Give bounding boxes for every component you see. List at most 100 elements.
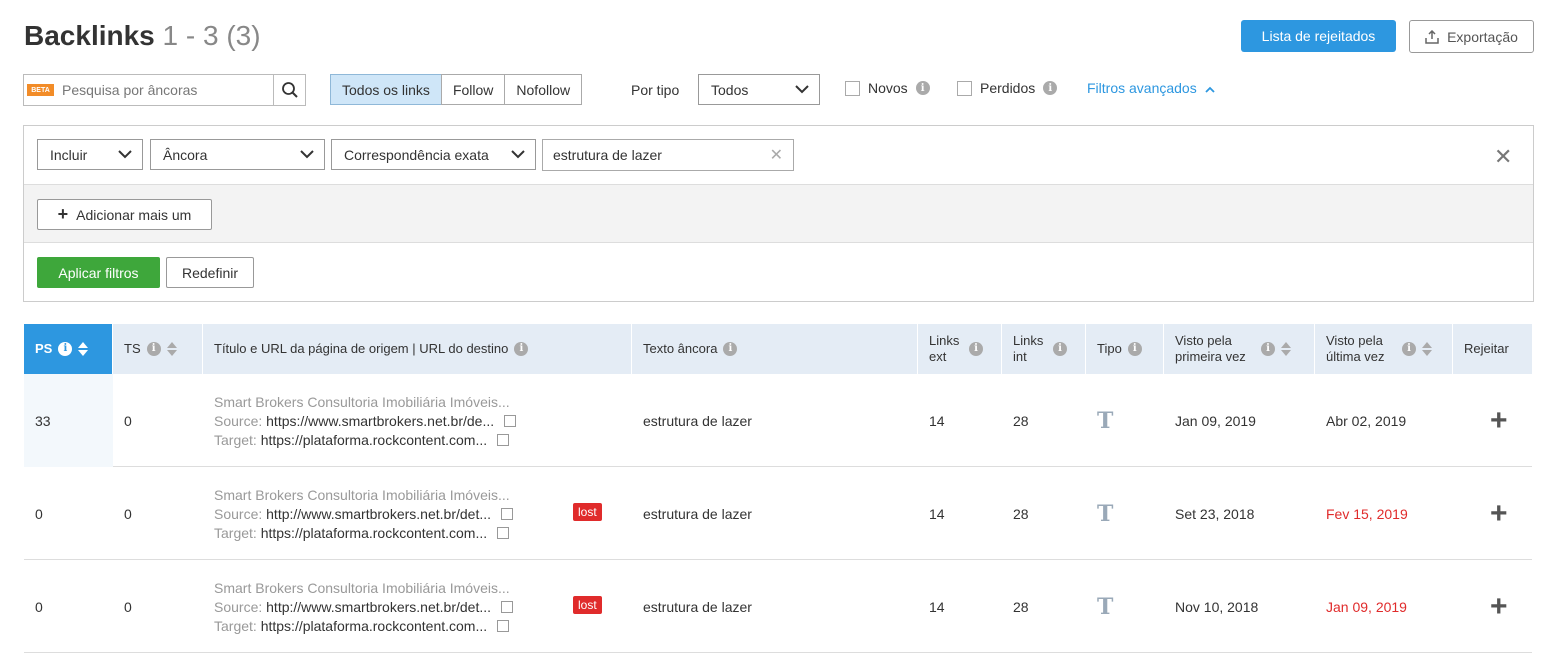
cell-last-seen: Jan 09, 2019 bbox=[1326, 598, 1407, 615]
cell-last-seen: Fev 15, 2019 bbox=[1326, 505, 1408, 522]
source-page-title[interactable]: Smart Brokers Consultoria Imobiliária Im… bbox=[214, 487, 513, 503]
col-last-seen[interactable]: Visto pela última vez i bbox=[1315, 324, 1453, 374]
advanced-filters-label: Filtros avançados bbox=[1087, 80, 1197, 96]
filter-value-field[interactable]: estrutura de lazer ✕ bbox=[542, 139, 794, 171]
external-link-icon[interactable] bbox=[497, 526, 510, 539]
col-reject: Rejeitar bbox=[1453, 324, 1532, 374]
info-icon: i bbox=[969, 342, 983, 356]
title-text: Backlinks bbox=[24, 20, 155, 51]
source-url[interactable]: https://www.smartbrokers.net.br/de... bbox=[266, 413, 494, 429]
page-title: Backlinks 1 - 3 (3) bbox=[24, 20, 261, 52]
target-url[interactable]: https://plataforma.rockcontent.com... bbox=[261, 618, 487, 634]
col-links-int[interactable]: Links int i bbox=[1002, 324, 1086, 374]
lost-checkbox-box[interactable] bbox=[957, 80, 972, 96]
col-source-label: Título e URL da página de origem | URL d… bbox=[214, 341, 509, 357]
cell-ts: 0 bbox=[124, 598, 132, 615]
field-value: Âncora bbox=[163, 146, 208, 163]
advanced-filter-panel: Incluir Âncora Correspondência exata est… bbox=[23, 125, 1534, 302]
source-label: Source: bbox=[214, 598, 263, 615]
reject-plus-icon[interactable]: + bbox=[1453, 560, 1532, 653]
chevron-down-icon bbox=[795, 85, 809, 94]
lost-checkbox[interactable]: Perdidos i bbox=[957, 80, 1058, 96]
info-icon: i bbox=[146, 342, 161, 356]
cell-anchor: estrutura de lazer bbox=[643, 598, 752, 615]
cell-anchor: estrutura de lazer bbox=[643, 505, 752, 522]
info-icon: i bbox=[1261, 342, 1275, 356]
cell-ts: 0 bbox=[124, 412, 132, 429]
external-link-icon[interactable] bbox=[497, 433, 510, 446]
apply-filters-button[interactable]: Aplicar filtros bbox=[37, 257, 160, 288]
col-ts[interactable]: TS i bbox=[113, 324, 203, 374]
plus-icon[interactable]: + bbox=[1464, 404, 1508, 438]
anchor-search-input[interactable] bbox=[54, 76, 273, 104]
reject-plus-icon[interactable]: + bbox=[1453, 374, 1532, 467]
source-page-title[interactable]: Smart Brokers Consultoria Imobiliária Im… bbox=[214, 394, 516, 410]
tab-nofollow[interactable]: Nofollow bbox=[504, 74, 583, 105]
search-button[interactable] bbox=[273, 75, 305, 105]
plus-icon[interactable]: + bbox=[1464, 590, 1508, 624]
cell-ps: 33 bbox=[24, 374, 113, 467]
info-icon: i bbox=[1402, 342, 1416, 356]
add-more-label: Adicionar mais um bbox=[76, 206, 192, 223]
tab-all-links[interactable]: Todos os links bbox=[330, 74, 442, 105]
info-icon: i bbox=[1127, 342, 1142, 356]
text-type-icon: T bbox=[1086, 560, 1164, 653]
new-checkbox-box[interactable] bbox=[845, 80, 860, 96]
cell-ps: 0 bbox=[35, 505, 43, 522]
export-button[interactable]: Exportação bbox=[1409, 20, 1534, 53]
type-glyph: T bbox=[1097, 500, 1114, 527]
new-checkbox-label: Novos bbox=[868, 80, 908, 96]
type-filter-select[interactable]: Todos bbox=[698, 74, 820, 105]
target-url[interactable]: https://plataforma.rockcontent.com... bbox=[261, 432, 487, 448]
cell-anchor: estrutura de lazer bbox=[643, 412, 752, 429]
advanced-filters-link[interactable]: Filtros avançados bbox=[1087, 80, 1215, 96]
info-icon: i bbox=[1043, 81, 1058, 95]
source-url[interactable]: http://www.smartbrokers.net.br/det... bbox=[266, 506, 491, 522]
source-label: Source: bbox=[214, 505, 263, 522]
col-reject-label: Rejeitar bbox=[1464, 341, 1509, 357]
cell-first-seen: Nov 10, 2018 bbox=[1175, 598, 1259, 615]
col-links-ext[interactable]: Links ext i bbox=[918, 324, 1002, 374]
reject-plus-icon[interactable]: + bbox=[1453, 467, 1532, 560]
info-icon: i bbox=[915, 81, 930, 95]
new-checkbox[interactable]: Novos i bbox=[845, 80, 930, 96]
sort-icon bbox=[1281, 342, 1291, 356]
field-select[interactable]: Âncora bbox=[150, 139, 325, 170]
col-first-seen-label: Visto pela primeira vez bbox=[1175, 333, 1246, 364]
external-link-icon[interactable] bbox=[501, 507, 514, 520]
rejected-list-button[interactable]: Lista de rejeitados bbox=[1241, 20, 1396, 52]
plus-icon[interactable]: + bbox=[1464, 497, 1508, 531]
close-icon[interactable]: ✕ bbox=[1494, 144, 1512, 170]
source-url[interactable]: http://www.smartbrokers.net.br/det... bbox=[266, 599, 491, 615]
sort-icon bbox=[1422, 342, 1432, 356]
reset-button[interactable]: Redefinir bbox=[166, 257, 254, 288]
lost-badge: lost bbox=[573, 596, 602, 614]
export-icon bbox=[1425, 29, 1439, 44]
include-select[interactable]: Incluir bbox=[37, 139, 143, 170]
cell-links-int: 28 bbox=[1013, 598, 1029, 615]
target-url[interactable]: https://plataforma.rockcontent.com... bbox=[261, 525, 487, 541]
filter-value-text: estrutura de lazer bbox=[553, 147, 662, 163]
lost-badge: lost bbox=[573, 503, 602, 521]
col-first-seen[interactable]: Visto pela primeira vez i bbox=[1164, 324, 1315, 374]
table-header: PS i TS i Título e URL da página de orig… bbox=[24, 324, 1532, 374]
external-link-icon[interactable] bbox=[504, 414, 517, 427]
external-link-icon[interactable] bbox=[497, 619, 510, 632]
info-icon: i bbox=[1053, 342, 1067, 356]
table-row: 0 0 Smart Brokers Consultoria Imobiliári… bbox=[24, 467, 1532, 560]
col-ts-label: TS bbox=[124, 341, 141, 357]
clear-icon[interactable]: ✕ bbox=[770, 145, 783, 165]
type-filter-value: Todos bbox=[711, 81, 749, 98]
add-more-button[interactable]: + Adicionar mais um bbox=[37, 199, 212, 230]
col-ps[interactable]: PS i bbox=[24, 324, 113, 374]
include-value: Incluir bbox=[50, 146, 88, 163]
external-link-icon[interactable] bbox=[501, 600, 514, 613]
source-page-title[interactable]: Smart Brokers Consultoria Imobiliária Im… bbox=[214, 580, 513, 596]
table-row: 33 0 Smart Brokers Consultoria Imobiliár… bbox=[24, 374, 1532, 467]
cell-last-seen: Abr 02, 2019 bbox=[1326, 412, 1407, 429]
cell-ts: 0 bbox=[124, 505, 132, 522]
target-label: Target: bbox=[214, 524, 257, 541]
match-select[interactable]: Correspondência exata bbox=[331, 139, 536, 170]
beta-badge: BETA bbox=[27, 84, 54, 96]
tab-follow[interactable]: Follow bbox=[440, 74, 506, 105]
